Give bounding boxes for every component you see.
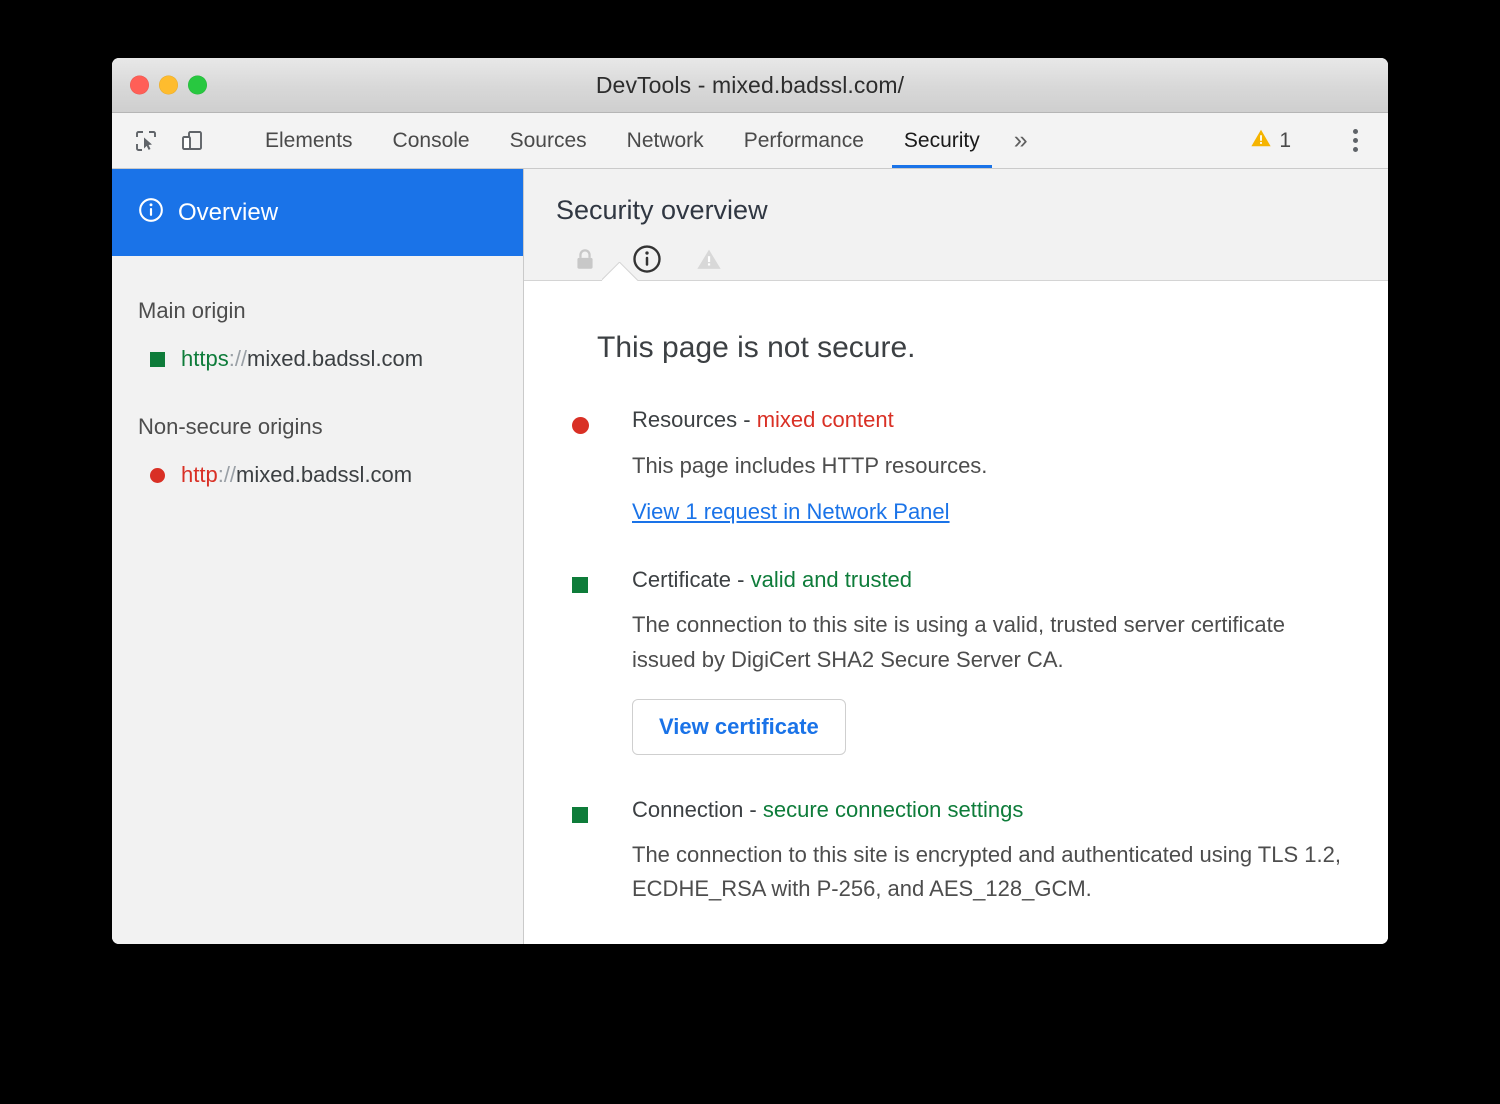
- green-square-marker: [150, 352, 165, 367]
- red-circle-marker: [572, 417, 589, 434]
- security-panel-header: Security overview: [524, 169, 1388, 281]
- explanation-marker: [572, 405, 632, 525]
- warning-count: 1: [1279, 129, 1291, 153]
- traffic-light-controls: [130, 76, 207, 95]
- explanation-title: Resources - mixed content: [632, 405, 1348, 435]
- explanation-connection: Connection - secure connection settings …: [572, 795, 1348, 907]
- page-title: Security overview: [556, 195, 1388, 226]
- status-badge: valid and trusted: [751, 567, 912, 592]
- kebab-menu-icon[interactable]: [1338, 121, 1372, 161]
- security-sidebar: Overview Main origin https://mixed.badss…: [112, 169, 524, 944]
- explanation-marker: [572, 565, 632, 755]
- origin-scheme: http: [181, 462, 218, 487]
- info-circle-icon: [138, 197, 164, 228]
- sidebar-origin-https[interactable]: https://mixed.badssl.com: [112, 324, 523, 372]
- more-tabs-icon[interactable]: »: [1000, 113, 1042, 168]
- devtools-window: DevTools - mixed.badssl.com/ El: [112, 58, 1388, 944]
- explanation-title: Connection - secure connection settings: [632, 795, 1348, 825]
- origin-separator: ://: [218, 462, 236, 487]
- tab-network[interactable]: Network: [607, 113, 724, 168]
- explanation-description: The connection to this site is encrypted…: [632, 838, 1348, 906]
- explanation-title-prefix: Connection -: [632, 797, 763, 822]
- tab-elements[interactable]: Elements: [245, 113, 373, 168]
- status-badge: mixed content: [757, 407, 894, 432]
- security-summary-heading: This page is not secure.: [597, 331, 1348, 365]
- warning-indicator[interactable]: 1: [1238, 127, 1303, 154]
- view-certificate-button[interactable]: View certificate: [632, 699, 846, 755]
- view-requests-link[interactable]: View 1 request in Network Panel: [632, 499, 950, 525]
- zoom-button[interactable]: [188, 76, 207, 95]
- origin-host: mixed.badssl.com: [247, 346, 423, 371]
- device-toolbar-icon[interactable]: [174, 123, 210, 159]
- security-main-panel: Security overview: [524, 169, 1388, 944]
- green-square-marker: [572, 577, 588, 593]
- sidebar-origin-http[interactable]: http://mixed.badssl.com: [112, 440, 523, 488]
- explanation-title-prefix: Certificate -: [632, 567, 751, 592]
- explanation-certificate: Certificate - valid and trusted The conn…: [572, 565, 1348, 755]
- red-circle-marker: [150, 468, 165, 483]
- panel-tabs: Elements Console Sources Network Perform…: [245, 113, 1238, 168]
- origin-separator: ://: [229, 346, 247, 371]
- origin-url: https://mixed.badssl.com: [181, 346, 423, 372]
- explanation-description: This page includes HTTP resources.: [632, 449, 1348, 483]
- explanation-description: The connection to this site is using a v…: [632, 608, 1348, 676]
- explanation-body: Resources - mixed content This page incl…: [632, 405, 1348, 525]
- explanation-title-prefix: Resources -: [632, 407, 757, 432]
- toolbar-left-icons: [112, 113, 245, 168]
- close-button[interactable]: [130, 76, 149, 95]
- explanation-title: Certificate - valid and trusted: [632, 565, 1348, 595]
- inspect-element-icon[interactable]: [128, 123, 164, 159]
- security-explanations: This page is not secure. Resources - mix…: [524, 281, 1388, 944]
- lock-icon[interactable]: [568, 242, 602, 276]
- explanation-body: Certificate - valid and trusted The conn…: [632, 565, 1348, 755]
- origin-host: mixed.badssl.com: [236, 462, 412, 487]
- devtools-toolbar: Elements Console Sources Network Perform…: [112, 113, 1388, 169]
- status-badge: secure connection settings: [763, 797, 1024, 822]
- warning-triangle-icon[interactable]: [692, 242, 726, 276]
- toolbar-right-group: 1: [1238, 113, 1388, 168]
- tab-console[interactable]: Console: [373, 113, 490, 168]
- sidebar-item-label: Overview: [178, 199, 278, 227]
- warning-triangle-icon: [1250, 127, 1272, 154]
- minimize-button[interactable]: [159, 76, 178, 95]
- tab-security[interactable]: Security: [884, 113, 1000, 168]
- explanation-body: Connection - secure connection settings …: [632, 795, 1348, 907]
- explanation-resources: Resources - mixed content This page incl…: [572, 405, 1348, 525]
- window-titlebar: DevTools - mixed.badssl.com/: [112, 58, 1388, 113]
- tab-sources[interactable]: Sources: [490, 113, 607, 168]
- green-square-marker: [572, 807, 588, 823]
- tab-performance[interactable]: Performance: [724, 113, 884, 168]
- origin-scheme: https: [181, 346, 229, 371]
- active-state-pointer: [602, 262, 638, 281]
- window-title: DevTools - mixed.badssl.com/: [112, 72, 1388, 99]
- sidebar-item-overview[interactable]: Overview: [112, 169, 523, 256]
- origin-url: http://mixed.badssl.com: [181, 462, 412, 488]
- sidebar-section-non-secure-origins: Non-secure origins: [112, 372, 523, 440]
- devtools-body: Overview Main origin https://mixed.badss…: [112, 169, 1388, 944]
- explanation-marker: [572, 795, 632, 907]
- security-state-icons: [556, 242, 1388, 276]
- sidebar-section-main-origin: Main origin: [112, 256, 523, 324]
